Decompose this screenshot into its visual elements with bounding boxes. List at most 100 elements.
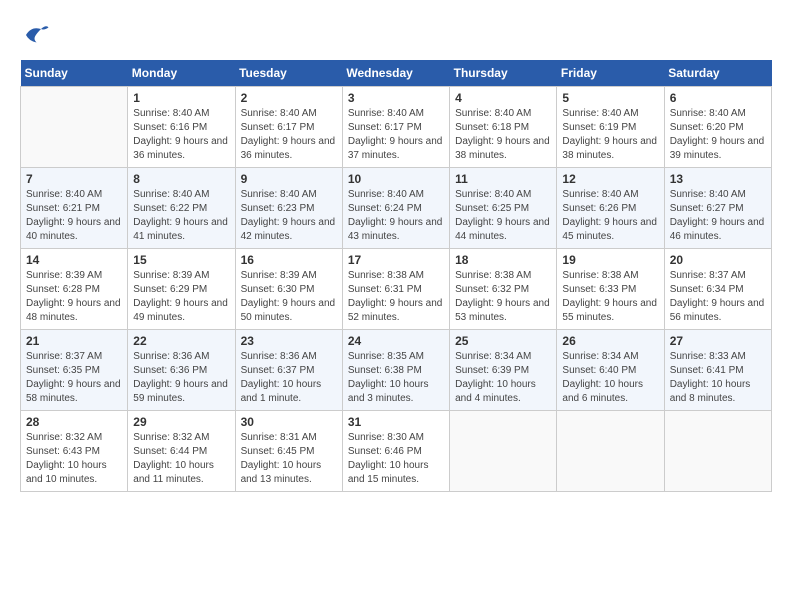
- day-number: 12: [562, 172, 658, 186]
- day-cell: [21, 87, 128, 168]
- day-number: 31: [348, 415, 444, 429]
- day-number: 30: [241, 415, 337, 429]
- day-number: 4: [455, 91, 551, 105]
- day-number: 29: [133, 415, 229, 429]
- day-info: Sunrise: 8:40 AMSunset: 6:23 PMDaylight:…: [241, 188, 337, 244]
- day-info: Sunrise: 8:37 AMSunset: 6:35 PMDaylight:…: [26, 350, 122, 406]
- day-cell: 29 Sunrise: 8:32 AMSunset: 6:44 PMDayligh…: [128, 411, 235, 492]
- day-cell: 17 Sunrise: 8:38 AMSunset: 6:31 PMDayligh…: [342, 249, 449, 330]
- day-info: Sunrise: 8:39 AMSunset: 6:28 PMDaylight:…: [26, 269, 122, 325]
- day-number: 15: [133, 253, 229, 267]
- page-header: [20, 20, 772, 50]
- day-info: Sunrise: 8:40 AMSunset: 6:21 PMDaylight:…: [26, 188, 122, 244]
- header-day-tuesday: Tuesday: [235, 60, 342, 87]
- day-number: 9: [241, 172, 337, 186]
- day-info: Sunrise: 8:32 AMSunset: 6:43 PMDaylight:…: [26, 431, 122, 487]
- day-info: Sunrise: 8:34 AMSunset: 6:40 PMDaylight:…: [562, 350, 658, 406]
- day-number: 7: [26, 172, 122, 186]
- day-cell: 30 Sunrise: 8:31 AMSunset: 6:45 PMDayligh…: [235, 411, 342, 492]
- day-cell: 21 Sunrise: 8:37 AMSunset: 6:35 PMDayligh…: [21, 330, 128, 411]
- logo-icon: [20, 20, 50, 50]
- day-cell: 9 Sunrise: 8:40 AMSunset: 6:23 PMDaylight…: [235, 168, 342, 249]
- week-row-1: 1Sunrise: 8:40 AMSunset: 6:16 PMDaylight…: [21, 87, 772, 168]
- day-number: 23: [241, 334, 337, 348]
- day-info: Sunrise: 8:36 AMSunset: 6:36 PMDaylight:…: [133, 350, 229, 406]
- header-day-friday: Friday: [557, 60, 664, 87]
- day-number: 10: [348, 172, 444, 186]
- day-number: 3: [348, 91, 444, 105]
- day-number: 27: [670, 334, 766, 348]
- day-cell: 31 Sunrise: 8:30 AMSunset: 6:46 PMDayligh…: [342, 411, 449, 492]
- header-day-thursday: Thursday: [450, 60, 557, 87]
- day-cell: 23 Sunrise: 8:36 AMSunset: 6:37 PMDayligh…: [235, 330, 342, 411]
- week-row-4: 21 Sunrise: 8:37 AMSunset: 6:35 PMDayligh…: [21, 330, 772, 411]
- day-cell: 2Sunrise: 8:40 AMSunset: 6:17 PMDaylight…: [235, 87, 342, 168]
- day-number: 20: [670, 253, 766, 267]
- header-day-wednesday: Wednesday: [342, 60, 449, 87]
- day-info: Sunrise: 8:32 AMSunset: 6:44 PMDaylight:…: [133, 431, 229, 487]
- day-cell: 20 Sunrise: 8:37 AMSunset: 6:34 PMDayligh…: [664, 249, 771, 330]
- day-info: Sunrise: 8:40 AMSunset: 6:24 PMDaylight:…: [348, 188, 444, 244]
- day-cell: 18 Sunrise: 8:38 AMSunset: 6:32 PMDayligh…: [450, 249, 557, 330]
- day-cell: 7 Sunrise: 8:40 AMSunset: 6:21 PMDaylight…: [21, 168, 128, 249]
- day-info: Sunrise: 8:40 AMSunset: 6:19 PMDaylight:…: [562, 107, 658, 163]
- day-info: Sunrise: 8:40 AMSunset: 6:20 PMDaylight:…: [670, 107, 766, 163]
- day-info: Sunrise: 8:40 AMSunset: 6:16 PMDaylight:…: [133, 107, 229, 163]
- day-number: 28: [26, 415, 122, 429]
- day-info: Sunrise: 8:37 AMSunset: 6:34 PMDaylight:…: [670, 269, 766, 325]
- day-cell: 27 Sunrise: 8:33 AMSunset: 6:41 PMDayligh…: [664, 330, 771, 411]
- day-number: 19: [562, 253, 658, 267]
- day-number: 17: [348, 253, 444, 267]
- day-number: 24: [348, 334, 444, 348]
- day-info: Sunrise: 8:38 AMSunset: 6:31 PMDaylight:…: [348, 269, 444, 325]
- day-info: Sunrise: 8:39 AMSunset: 6:30 PMDaylight:…: [241, 269, 337, 325]
- day-number: 26: [562, 334, 658, 348]
- day-number: 18: [455, 253, 551, 267]
- header-day-monday: Monday: [128, 60, 235, 87]
- day-cell: 24 Sunrise: 8:35 AMSunset: 6:38 PMDayligh…: [342, 330, 449, 411]
- day-cell: 8 Sunrise: 8:40 AMSunset: 6:22 PMDaylight…: [128, 168, 235, 249]
- day-cell: 19Sunrise: 8:38 AMSunset: 6:33 PMDayligh…: [557, 249, 664, 330]
- day-cell: [557, 411, 664, 492]
- day-info: Sunrise: 8:40 AMSunset: 6:25 PMDaylight:…: [455, 188, 551, 244]
- day-info: Sunrise: 8:40 AMSunset: 6:18 PMDaylight:…: [455, 107, 551, 163]
- day-info: Sunrise: 8:40 AMSunset: 6:26 PMDaylight:…: [562, 188, 658, 244]
- header-row: SundayMondayTuesdayWednesdayThursdayFrid…: [21, 60, 772, 87]
- day-cell: 11 Sunrise: 8:40 AMSunset: 6:25 PMDayligh…: [450, 168, 557, 249]
- day-info: Sunrise: 8:40 AMSunset: 6:17 PMDaylight:…: [241, 107, 337, 163]
- day-cell: 3 Sunrise: 8:40 AMSunset: 6:17 PMDaylight…: [342, 87, 449, 168]
- day-cell: 1Sunrise: 8:40 AMSunset: 6:16 PMDaylight…: [128, 87, 235, 168]
- calendar-table: SundayMondayTuesdayWednesdayThursdayFrid…: [20, 60, 772, 492]
- day-info: Sunrise: 8:38 AMSunset: 6:32 PMDaylight:…: [455, 269, 551, 325]
- day-cell: 26 Sunrise: 8:34 AMSunset: 6:40 PMDayligh…: [557, 330, 664, 411]
- header-day-sunday: Sunday: [21, 60, 128, 87]
- day-cell: 14Sunrise: 8:39 AMSunset: 6:28 PMDayligh…: [21, 249, 128, 330]
- day-info: Sunrise: 8:40 AMSunset: 6:17 PMDaylight:…: [348, 107, 444, 163]
- day-cell: [664, 411, 771, 492]
- day-info: Sunrise: 8:39 AMSunset: 6:29 PMDaylight:…: [133, 269, 229, 325]
- week-row-2: 7 Sunrise: 8:40 AMSunset: 6:21 PMDaylight…: [21, 168, 772, 249]
- day-info: Sunrise: 8:33 AMSunset: 6:41 PMDaylight:…: [670, 350, 766, 406]
- day-info: Sunrise: 8:34 AMSunset: 6:39 PMDaylight:…: [455, 350, 551, 406]
- day-cell: 28 Sunrise: 8:32 AMSunset: 6:43 PMDayligh…: [21, 411, 128, 492]
- day-number: 11: [455, 172, 551, 186]
- day-cell: 25Sunrise: 8:34 AMSunset: 6:39 PMDayligh…: [450, 330, 557, 411]
- day-number: 6: [670, 91, 766, 105]
- day-info: Sunrise: 8:40 AMSunset: 6:27 PMDaylight:…: [670, 188, 766, 244]
- day-info: Sunrise: 8:31 AMSunset: 6:45 PMDaylight:…: [241, 431, 337, 487]
- day-cell: 12 Sunrise: 8:40 AMSunset: 6:26 PMDayligh…: [557, 168, 664, 249]
- day-info: Sunrise: 8:36 AMSunset: 6:37 PMDaylight:…: [241, 350, 337, 406]
- day-number: 22: [133, 334, 229, 348]
- header-day-saturday: Saturday: [664, 60, 771, 87]
- day-cell: 22 Sunrise: 8:36 AMSunset: 6:36 PMDayligh…: [128, 330, 235, 411]
- day-info: Sunrise: 8:35 AMSunset: 6:38 PMDaylight:…: [348, 350, 444, 406]
- day-number: 21: [26, 334, 122, 348]
- day-number: 5: [562, 91, 658, 105]
- day-cell: 15 Sunrise: 8:39 AMSunset: 6:29 PMDayligh…: [128, 249, 235, 330]
- day-info: Sunrise: 8:30 AMSunset: 6:46 PMDaylight:…: [348, 431, 444, 487]
- day-number: 8: [133, 172, 229, 186]
- day-cell: 4 Sunrise: 8:40 AMSunset: 6:18 PMDaylight…: [450, 87, 557, 168]
- week-row-3: 14Sunrise: 8:39 AMSunset: 6:28 PMDayligh…: [21, 249, 772, 330]
- day-cell: 16Sunrise: 8:39 AMSunset: 6:30 PMDayligh…: [235, 249, 342, 330]
- day-info: Sunrise: 8:40 AMSunset: 6:22 PMDaylight:…: [133, 188, 229, 244]
